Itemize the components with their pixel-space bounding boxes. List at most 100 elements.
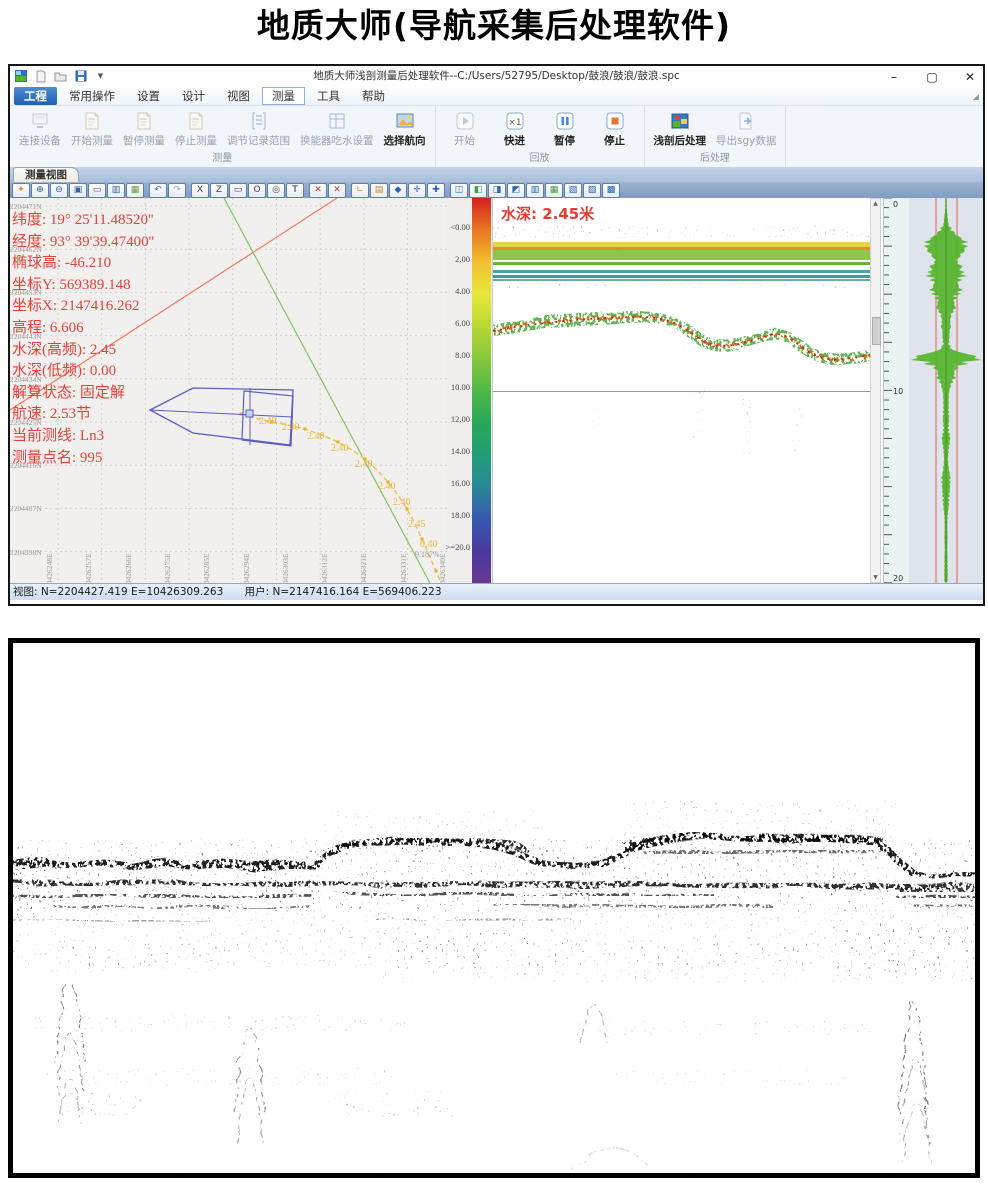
text-tool-icon[interactable]: T (286, 183, 304, 198)
ribbon-button-调节记录范围[interactable]: 调节记录范围 (222, 110, 295, 149)
angle-icon[interactable]: ∟ (351, 183, 369, 198)
ribbon-button-快进[interactable]: ×1 快进 (490, 110, 540, 149)
mark-rect-icon[interactable]: ▭ (229, 183, 247, 198)
ribbon-button-暂停测量[interactable]: 暂停测量 (118, 110, 170, 149)
save-view-icon[interactable]: ◆ (389, 183, 407, 198)
tab-measure-view[interactable]: 测量视图 (13, 167, 79, 182)
ribbon-button-浅剖后处理[interactable]: 浅剖后处理 (649, 110, 712, 149)
mark-circle-icon[interactable]: O (248, 183, 266, 198)
menu-item-视图[interactable]: 视图 (217, 87, 260, 105)
note-icon (82, 111, 102, 131)
track-depth-label: 2.40 (307, 431, 325, 442)
ribbon-button-label: 开始测量 (71, 133, 113, 148)
menu-item-常用操作[interactable]: 常用操作 (59, 87, 125, 105)
ribbon-button-换能器吃水设置[interactable]: 换能器吃水设置 (295, 110, 379, 149)
map-y-axis-label: 2204425N (10, 418, 42, 427)
layout-6-icon[interactable]: ▦ (545, 183, 563, 198)
layers-icon[interactable]: ▤ (370, 183, 388, 198)
list-icon (249, 111, 269, 131)
ribbon-button-label: 导出sgy数据 (716, 133, 776, 148)
layout-2-icon[interactable]: ◧ (469, 183, 487, 198)
ribbon-button-label: 连接设备 (19, 133, 61, 148)
menu-item-工程[interactable]: 工程 (14, 87, 57, 105)
echogram-scrollbar[interactable]: ▲ ▼ (870, 198, 881, 583)
restore-button[interactable]: ▢ (925, 70, 939, 84)
close-button[interactable]: ✕ (963, 70, 977, 84)
ribbon-button-停止[interactable]: 停止 (590, 110, 640, 149)
layout-5-icon[interactable]: ▥ (526, 183, 544, 198)
map-y-axis-label: 2204407N (10, 504, 42, 513)
ribbon-button-label: 快进 (504, 133, 525, 148)
track-depth-label: 2.40 (355, 459, 373, 470)
ribbon-button-label: 调节记录范围 (227, 133, 290, 148)
ribbon-group-后处理: 浅剖后处理导出sgy数据后处理 (645, 106, 787, 167)
ribbon-button-选择航向[interactable]: 选择航向 (379, 110, 431, 149)
ribbon-button-停止测量[interactable]: 停止测量 (170, 110, 222, 149)
track-depth-label: 2.40 (331, 443, 349, 454)
zoom-out-icon[interactable]: ⊖ (50, 183, 68, 198)
colorbar-label: 8.00 (436, 350, 470, 360)
ribbon-button-开始[interactable]: 开始 (440, 110, 490, 149)
ribbon: 连接设备开始测量暂停测量停止测量调节记录范围换能器吃水设置选择航向测量开始 ×1 快… (10, 106, 983, 168)
layout-9-icon[interactable]: ▩ (602, 183, 620, 198)
colorbar-label: 18.00 (436, 510, 470, 520)
scroll-down-icon[interactable]: ▼ (871, 574, 880, 581)
track-depth-label: 2.40 (378, 481, 396, 492)
center-target-icon[interactable]: ✛ (408, 183, 426, 198)
ribbon-collapse-icon[interactable]: ◢ (973, 92, 979, 101)
telemetry-line: 当前测线: Ln3 (12, 426, 312, 448)
pan-hand-icon[interactable]: ✦ (12, 183, 30, 198)
echogram-view[interactable]: 水深: 2.45米 (492, 198, 871, 583)
scroll-up-icon[interactable]: ▲ (871, 200, 880, 207)
mark-x-icon[interactable]: X (191, 183, 209, 198)
layout-4-icon[interactable]: ◩ (507, 183, 525, 198)
image-view-icon[interactable]: ▦ (126, 183, 144, 198)
minimize-button[interactable]: – (887, 70, 901, 84)
ribbon-button-label: 换能器吃水设置 (300, 133, 374, 148)
ribbon-button-开始测量[interactable]: 开始测量 (66, 110, 118, 149)
menu-item-设置[interactable]: 设置 (127, 87, 170, 105)
ribbon-button-连接设备[interactable]: 连接设备 (14, 110, 66, 149)
layout-7-icon[interactable]: ▧ (564, 183, 582, 198)
pause-icon (555, 111, 575, 131)
telemetry-overlay: 纬度: 19° 25'11.48520''经度: 93° 39'39.47400… (12, 210, 312, 469)
play-icon (455, 111, 475, 131)
menu-item-设计[interactable]: 设计 (172, 87, 215, 105)
undo-icon[interactable]: ↶ (149, 183, 167, 198)
layout-1-icon[interactable]: ◫ (450, 183, 468, 198)
map-x-axis-label: 10426294E (242, 553, 251, 583)
move-icon[interactable]: ✚ (427, 183, 445, 198)
ribbon-group-label: 回放 (436, 152, 644, 167)
ribbon-button-导出sgy数据[interactable]: 导出sgy数据 (711, 110, 781, 149)
mark-z-icon[interactable]: Z (210, 183, 228, 198)
scrollbar-thumb[interactable] (872, 317, 881, 345)
ribbon-group-label: 测量 (10, 152, 435, 167)
delete-all-icon[interactable]: ✕ (328, 183, 346, 198)
title-bar: ▼ 地质大师浅剖测量后处理软件--C:/Users/52795/Desktop/… (10, 66, 983, 88)
ribbon-button-label: 浅剖后处理 (654, 133, 707, 148)
status-user-coords: 用户: N=2147416.164 E=569406.223 (245, 586, 442, 598)
menu-item-测量[interactable]: 测量 (262, 87, 305, 105)
table-icon (327, 111, 347, 131)
ribbon-button-暂停[interactable]: 暂停 (540, 110, 590, 149)
svg-text:×1: ×1 (508, 118, 521, 128)
map-x-axis-label: 10426248E (45, 553, 54, 583)
zoom-window-icon[interactable]: ▣ (69, 183, 87, 198)
delete-point-icon[interactable]: ✕ (309, 183, 327, 198)
note-icon (186, 111, 206, 131)
full-extent-icon[interactable]: ▭ (88, 183, 106, 198)
ribbon-group-回放: 开始 ×1 快进暂停停止回放 (436, 106, 645, 167)
map-view[interactable]: 纬度: 19° 25'11.48520''经度: 93° 39'39.47400… (10, 198, 447, 583)
menu-item-帮助[interactable]: 帮助 (352, 87, 395, 105)
telemetry-line: 坐标Y: 569389.148 (12, 275, 312, 297)
view-tab-strip: 测量视图 (10, 167, 983, 182)
mosaic-icon (670, 111, 690, 131)
redo-icon[interactable]: ↷ (168, 183, 186, 198)
zoom-in-icon[interactable]: ⊕ (31, 183, 49, 198)
colorbar-label: 2.00 (436, 254, 470, 264)
mark-dot-icon[interactable]: ◎ (267, 183, 285, 198)
layout-3-icon[interactable]: ◨ (488, 183, 506, 198)
layout-8-icon[interactable]: ▨ (583, 183, 601, 198)
menu-item-工具[interactable]: 工具 (307, 87, 350, 105)
pane-view-icon[interactable]: ▥ (107, 183, 125, 198)
